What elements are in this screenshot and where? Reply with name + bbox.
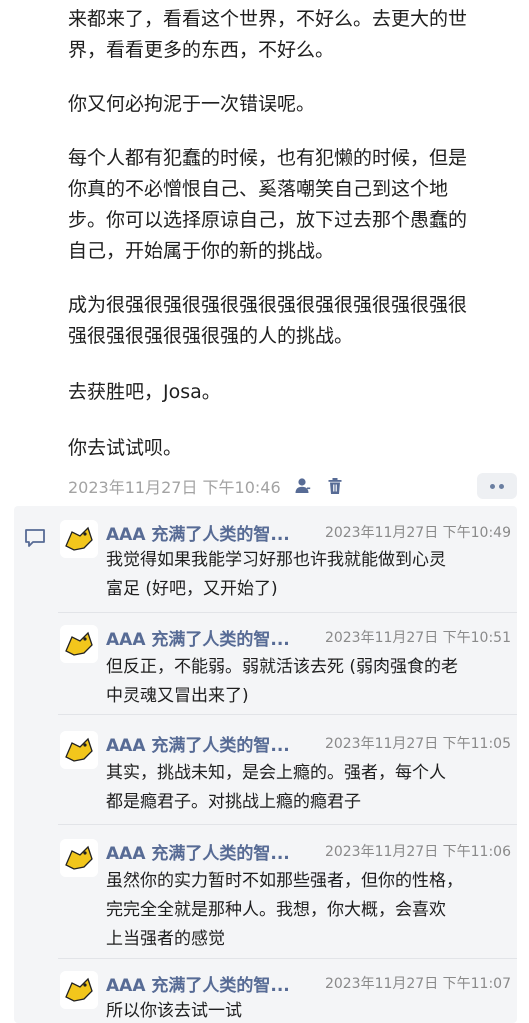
avatar[interactable] <box>60 731 98 769</box>
comment-item[interactable]: AAA 充满了人类的智... 2023年11月27日 下午10:49 我觉得如果… <box>58 514 517 610</box>
dot <box>499 483 504 489</box>
comment-author[interactable]: AAA 充满了人类的智... <box>106 625 290 650</box>
comment-item[interactable]: AAA 充满了人类的智... 2023年11月27日 下午11:06 虽然你的实… <box>58 824 517 960</box>
comment-text: 我觉得如果我能学习好那也许我就能做到心灵 富足 (好吧，又开始了) <box>106 550 446 599</box>
avatar[interactable] <box>60 839 98 877</box>
comment-author[interactable]: AAA 充满了人类的智... <box>106 520 290 545</box>
post-paragraph: 来都来了，看看这个世界，不好么。去更大的世 界，看看更多的东西，不好么。 <box>68 8 468 61</box>
comment-time: 2023年11月27日 下午11:05 <box>324 736 511 752</box>
comment-time: 2023年11月27日 下午10:49 <box>324 525 511 541</box>
comment-item[interactable]: AAA 充满了人类的智... 2023年11月27日 下午11:05 其实，挑战… <box>58 714 517 818</box>
post-paragraph: 去获胜吧，Josa。 <box>68 381 221 403</box>
post-paragraph: 你又何必拘泥于一次错误呢。 <box>68 93 316 115</box>
comment-time: 2023年11月27日 下午11:06 <box>324 844 511 860</box>
more-dots-icon[interactable] <box>477 473 517 499</box>
comment-author[interactable]: AAA 充满了人类的智... <box>106 731 290 756</box>
comment-item[interactable]: AAA 充满了人类的智... 2023年11月27日 下午10:51 但反正，不… <box>58 612 517 708</box>
comment-author[interactable]: AAA 充满了人类的智... <box>106 971 290 996</box>
post-meta: 2023年11月27日 下午10:46 <box>68 472 518 500</box>
comment-text: 所以你该去试一试 <box>106 1001 242 1021</box>
trash-icon[interactable] <box>325 476 345 496</box>
comment-time: 2023年11月27日 下午11:07 <box>324 976 511 992</box>
comment-item[interactable]: AAA 充满了人类的智... 2023年11月27日 下午11:07 所以你该去… <box>58 958 517 1023</box>
comment-text: 虽然你的实力暂时不如那些强者，但你的性格， 完完全全就是那种人。我想，你大概，会… <box>106 871 463 949</box>
avatar[interactable] <box>60 971 98 1009</box>
comment-text: 但反正，不能弱。弱就活该去死 (弱肉强食的老 中灵魂又冒出来了) <box>106 657 459 706</box>
comments-section: AAA 充满了人类的智... 2023年11月27日 下午10:49 我觉得如果… <box>14 506 517 1023</box>
post-paragraph: 成为很强很强很强很强很强很强很强很强很强很 强很强很强很强很强的人的挑战。 <box>68 294 468 347</box>
post-timestamp: 2023年11月27日 下午10:46 <box>68 478 281 497</box>
avatar[interactable] <box>60 520 98 558</box>
dot <box>490 483 495 489</box>
comment-author[interactable]: AAA 充满了人类的智... <box>106 839 290 864</box>
comment-time: 2023年11月27日 下午10:51 <box>324 630 511 646</box>
comment-text: 其实，挑战未知，是会上瘾的。强者，每个人 都是瘾君子。对挑战上瘾的瘾君子 <box>106 763 446 812</box>
post-paragraph: 你去试试呗。 <box>68 437 183 459</box>
avatar[interactable] <box>60 625 98 663</box>
post-paragraph: 每个人都有犯蠢的时候，也有犯懒的时候，但是 你真的不必憎恨自己、奚落嘲笑自己到这… <box>68 147 468 262</box>
comment-bubble-icon <box>24 528 46 548</box>
person-icon[interactable] <box>293 476 313 496</box>
